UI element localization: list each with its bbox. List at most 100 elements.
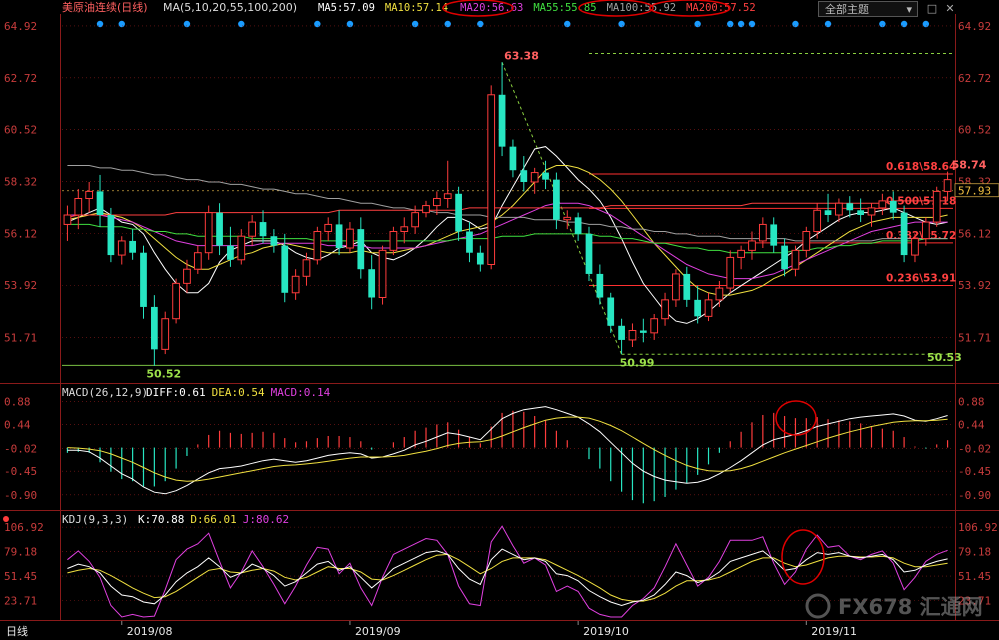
candle-body-up bbox=[63, 214, 72, 225]
event-marker-dot bbox=[314, 20, 321, 28]
date-label: 2019/08 bbox=[127, 625, 173, 638]
candle-body-down bbox=[889, 200, 897, 213]
ma-value-1: MA10:57.14 bbox=[385, 2, 448, 14]
date-axis: 日线 2019/08 2019/09 2019/10 2019/11 bbox=[0, 621, 999, 640]
candle-body-up bbox=[400, 226, 409, 233]
event-marker-dot bbox=[118, 20, 125, 28]
candle-body-down bbox=[96, 191, 104, 215]
candle-body-down bbox=[476, 252, 484, 265]
candle-body-down bbox=[466, 231, 473, 253]
date-label: 2019/09 bbox=[355, 625, 401, 638]
kdj-value-2: J:80.62 bbox=[243, 513, 289, 526]
candle-body-down bbox=[129, 240, 136, 253]
candle-body-up bbox=[911, 238, 919, 256]
candle-body-down bbox=[857, 210, 865, 215]
candle-body-down bbox=[107, 215, 115, 256]
candle-body-down bbox=[694, 299, 702, 317]
candle-body-down bbox=[520, 170, 528, 182]
candle-body-down bbox=[824, 210, 832, 215]
restore-button[interactable]: □ bbox=[924, 1, 940, 17]
ma-params: MA(5,10,20,55,100,200) bbox=[163, 1, 297, 14]
chart-stage: 美原油连续(日线) MA(5,10,20,55,100,200) MA5:57.… bbox=[0, 0, 999, 640]
kdj-tick-left: 106.92 bbox=[4, 521, 44, 534]
period-label[interactable]: 日线 bbox=[6, 624, 28, 638]
candle-body-down bbox=[357, 229, 365, 270]
price-tick-right: 62.72 bbox=[958, 72, 991, 85]
candle-body-down bbox=[639, 330, 647, 333]
macd-tick-left: 0.88 bbox=[4, 395, 31, 408]
price-tick-right: 53.92 bbox=[958, 279, 991, 292]
candle-body-up bbox=[704, 299, 713, 317]
toolbar-right: 全部主题 ▾ □ ✕ bbox=[818, 1, 999, 17]
candle-body-down bbox=[335, 224, 343, 248]
fib-label: 0.618\58.64 bbox=[886, 161, 956, 173]
candle-body-up bbox=[411, 212, 420, 228]
candle-body-up bbox=[183, 268, 191, 284]
last-price-value: 57.93 bbox=[958, 185, 991, 198]
event-marker-dot bbox=[346, 20, 354, 28]
candle-body-down bbox=[542, 172, 549, 180]
event-marker-dot bbox=[564, 20, 571, 28]
kdj-title: KDJ(9,3,3) bbox=[62, 513, 128, 526]
candle-body-up bbox=[487, 94, 496, 265]
macd-title: MACD(26,12,9) bbox=[62, 386, 148, 399]
candle-body-down bbox=[368, 269, 376, 298]
candle-body-up bbox=[193, 252, 202, 270]
fib-label: 0.236\53.91 bbox=[886, 272, 956, 284]
candle-body-up bbox=[161, 318, 170, 350]
high-label: 63.38 bbox=[504, 49, 539, 62]
price-tick-right: 51.71 bbox=[958, 331, 991, 344]
last-high-label: 58.74 bbox=[952, 159, 987, 172]
candle-body-up bbox=[802, 231, 811, 251]
kdj-tick-left: 23.71 bbox=[4, 595, 37, 608]
kdj-tick-right: 106.92 bbox=[958, 521, 998, 534]
ma-value-4: MA100:55.92 bbox=[607, 2, 677, 14]
ma-value-2: MA20:56.63 bbox=[460, 2, 523, 14]
candle-body-up bbox=[921, 221, 930, 240]
candle-body-down bbox=[498, 94, 506, 147]
low-label-2: 50.99 bbox=[620, 356, 655, 369]
kdj-value-1: D:66.01 bbox=[190, 513, 236, 526]
candle-body-up bbox=[835, 202, 843, 216]
macd-values: DIFF:0.61 DEA:0.54 MACD:0.14 bbox=[146, 386, 331, 399]
candle-body-up bbox=[530, 172, 539, 183]
candle-body-up bbox=[748, 240, 756, 251]
candle-body-down bbox=[846, 203, 854, 211]
event-marker-dot bbox=[444, 20, 451, 28]
price-tick-left: 56.12 bbox=[4, 227, 37, 240]
candle-body-up bbox=[172, 282, 180, 320]
candle-body-down bbox=[585, 233, 593, 274]
ma-value-5: MA200:57.52 bbox=[686, 2, 756, 14]
event-marker-dot bbox=[618, 20, 625, 28]
close-button[interactable]: ✕ bbox=[942, 1, 958, 17]
candle-body-up bbox=[302, 259, 311, 277]
macd-value-0: DIFF:0.61 bbox=[146, 386, 206, 399]
macd-tick-left: 0.44 bbox=[4, 418, 31, 431]
symbol-title: 美原油连续(日线) bbox=[62, 0, 148, 14]
price-tick-left: 60.52 bbox=[4, 124, 37, 137]
candle-body-up bbox=[813, 209, 822, 233]
candle-body-up bbox=[563, 216, 572, 221]
candle-body-down bbox=[150, 306, 158, 350]
header-bar: 美原油连续(日线) MA(5,10,20,55,100,200) MA5:57.… bbox=[62, 0, 756, 14]
candle-body-up bbox=[867, 207, 876, 216]
ma-value-0: MA5:57.09 bbox=[318, 2, 375, 14]
candle-body-up bbox=[443, 193, 452, 200]
price-tick-left: 51.71 bbox=[4, 331, 37, 344]
macd-tick-left: -0.45 bbox=[4, 465, 37, 478]
candle-body-up bbox=[248, 221, 257, 237]
candle-body-down bbox=[270, 236, 278, 246]
candle-body-down bbox=[607, 297, 615, 326]
candle-body-down bbox=[683, 273, 691, 300]
candle-body-down bbox=[227, 245, 234, 260]
kdj-tick-left: 51.45 bbox=[4, 570, 37, 583]
macd-tick-right: 0.88 bbox=[958, 395, 985, 408]
theme-dropdown[interactable]: 全部主题 ▾ bbox=[818, 1, 918, 17]
kdj-tick-left: 79.18 bbox=[4, 546, 37, 559]
candle-body-down bbox=[455, 193, 462, 232]
macd-value-1: DEA:0.54 bbox=[212, 386, 265, 399]
macd-header: MACD(26,12,9) DIFF:0.61 DEA:0.54 MACD:0.14 bbox=[62, 386, 331, 399]
candle-body-up bbox=[85, 190, 94, 200]
low-label-1: 50.52 bbox=[146, 367, 181, 380]
price-tick-right: 60.52 bbox=[958, 124, 991, 137]
